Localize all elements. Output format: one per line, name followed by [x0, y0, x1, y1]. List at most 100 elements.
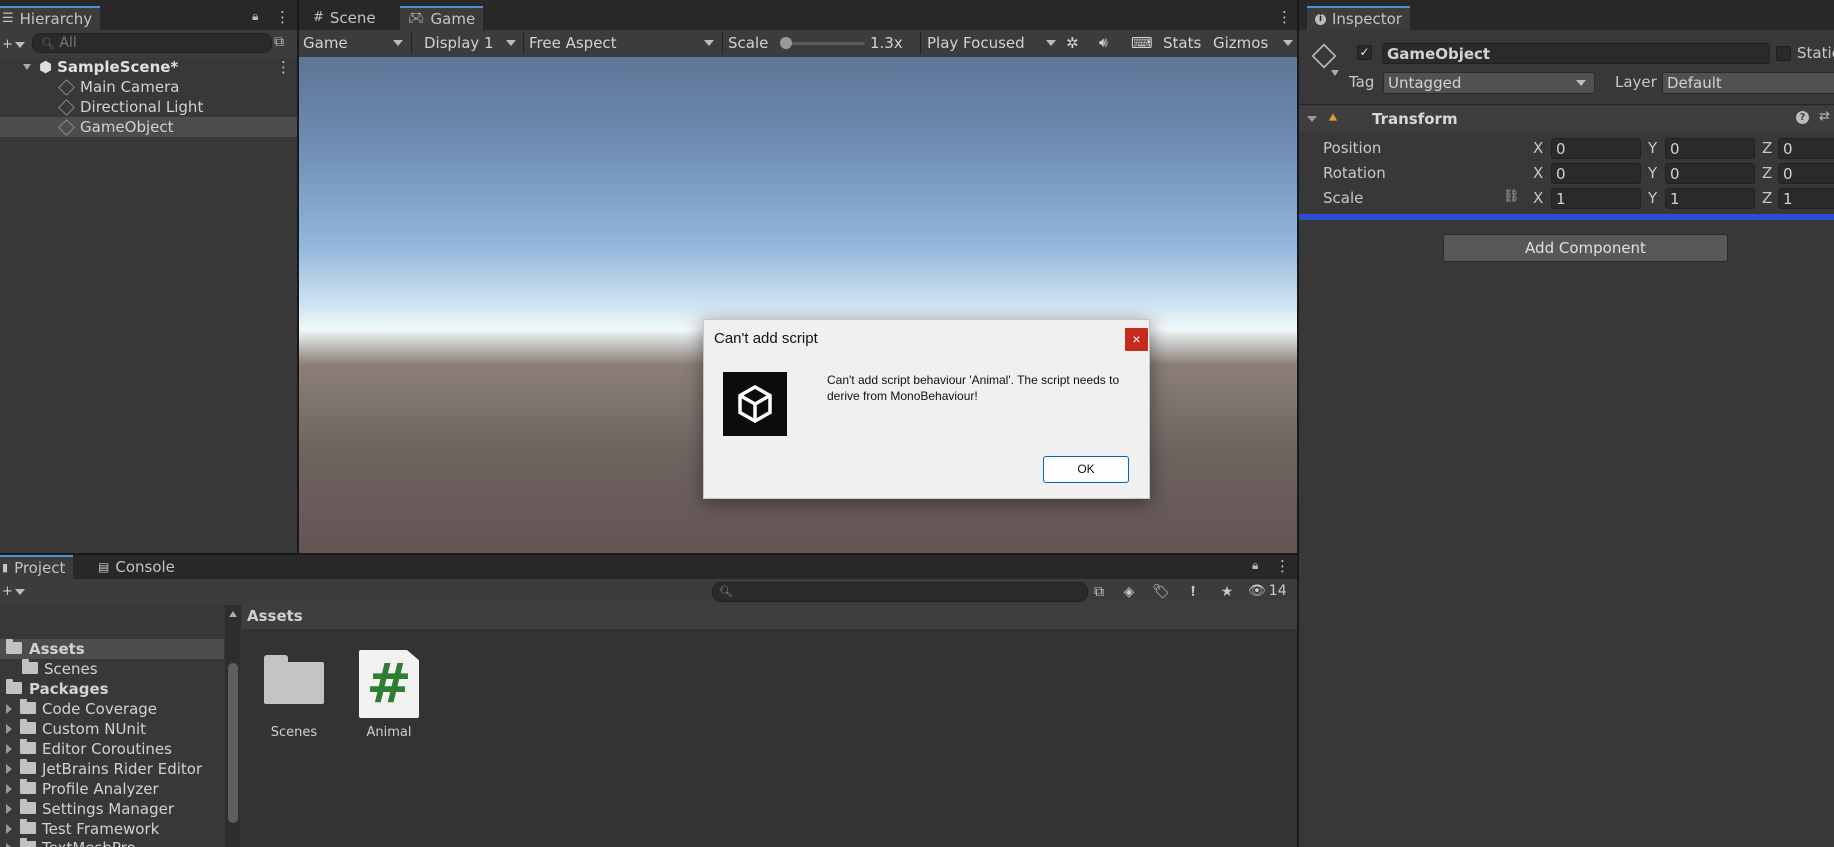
tab-console[interactable]: ▤ Console: [90, 555, 183, 579]
project-search-input[interactable]: 🔍︎: [712, 582, 1088, 602]
presets-icon[interactable]: ⇄: [1819, 109, 1830, 124]
static-checkbox[interactable]: [1776, 46, 1791, 61]
tree-item-package[interactable]: Profile Analyzer: [0, 779, 225, 799]
layer-dropdown[interactable]: Default: [1662, 72, 1834, 94]
tab-inspector[interactable]: i Inspector: [1307, 6, 1410, 30]
rotation-y-field[interactable]: 0: [1665, 163, 1755, 184]
add-dropdown[interactable]: +: [2, 37, 25, 52]
position-x-field[interactable]: 0: [1551, 138, 1641, 159]
error-dialog: Can't add script × Can't add script beha…: [703, 319, 1150, 499]
tag-dropdown[interactable]: Untagged: [1383, 72, 1595, 94]
position-y-field[interactable]: 0: [1665, 138, 1755, 159]
tree-item-package[interactable]: JetBrains Rider Editor: [0, 759, 225, 779]
search-icon: 🔍︎: [41, 37, 55, 50]
scale-x-field[interactable]: 1: [1551, 188, 1641, 209]
rotation-x-field[interactable]: 0: [1551, 163, 1641, 184]
more-menu-icon[interactable]: ⋮: [1277, 8, 1292, 26]
position-z-field[interactable]: 0: [1778, 138, 1834, 159]
constrain-proportions-icon[interactable]: ⛓: [1503, 189, 1520, 204]
more-menu-icon[interactable]: ⋮: [275, 8, 290, 26]
folder-tab-icon: ▮: [2, 561, 9, 574]
rotation-label: Rotation: [1323, 164, 1386, 182]
csharp-script-icon: #: [359, 650, 419, 718]
keyboard-icon[interactable]: ⌨: [1131, 30, 1153, 56]
bug-icon[interactable]: ✲: [1066, 30, 1079, 56]
tree-item-packages[interactable]: Packages: [0, 679, 225, 699]
scrollbar-thumb[interactable]: [228, 663, 238, 823]
favorites-star-icon[interactable]: ★: [1216, 581, 1238, 603]
unity-scene-icon: ⬢: [39, 58, 53, 76]
transform-header[interactable]: ⯅ Transform ? ⇄: [1299, 106, 1834, 133]
folder-icon: [20, 719, 36, 738]
tab-project[interactable]: ▮ Project: [0, 555, 74, 579]
filter-log-icon[interactable]: ❗︎: [1182, 581, 1204, 603]
tree-item-scenes[interactable]: Scenes: [0, 659, 225, 679]
hidden-packages-toggle[interactable]: 👁︎ 14: [1248, 583, 1287, 599]
tab-scene[interactable]: # Scene: [305, 6, 384, 30]
axis-y-label: Y: [1648, 164, 1658, 182]
tree-item-package[interactable]: Custom NUnit: [0, 719, 225, 739]
gizmos-dropdown[interactable]: Gizmos: [1213, 30, 1293, 56]
expand-arrow-icon: [6, 784, 12, 794]
scale-slider[interactable]: [780, 37, 865, 49]
help-icon[interactable]: ?: [1796, 111, 1809, 124]
tree-item-package[interactable]: Code Coverage: [0, 699, 225, 719]
more-menu-icon[interactable]: ⋮: [1275, 557, 1290, 575]
eye-slash-icon: 👁︎: [1248, 583, 1266, 599]
object-name-field[interactable]: GameObject: [1382, 43, 1770, 64]
close-button[interactable]: ×: [1125, 328, 1148, 351]
hierarchy-search-input[interactable]: 🔍︎ All: [32, 33, 272, 53]
tree-item-package[interactable]: Editor Coroutines: [0, 739, 225, 759]
scene-row[interactable]: ⬢ SampleScene* ⋮: [0, 57, 297, 77]
stats-button[interactable]: Stats: [1163, 30, 1201, 56]
lock-icon[interactable]: 🔒︎: [252, 9, 258, 24]
scroll-up-arrow-icon[interactable]: [229, 611, 237, 617]
gameobject-large-icon: [1311, 43, 1337, 69]
info-icon: i: [1315, 13, 1326, 25]
console-icon: ▤: [98, 560, 110, 574]
ok-button[interactable]: OK: [1043, 456, 1129, 483]
scale-slider-thumb[interactable]: [780, 37, 792, 49]
dialog-message: Can't add script behaviour 'Animal'. The…: [827, 373, 1120, 403]
scale-value: 1.3x: [870, 34, 903, 52]
display-dropdown[interactable]: Display 1: [424, 30, 520, 56]
tree-item-package[interactable]: TextMeshPro: [0, 838, 225, 847]
lock-icon[interactable]: 🔒︎: [1252, 558, 1258, 573]
play-mode-dropdown[interactable]: Play Focused: [927, 30, 1060, 56]
close-icon: ×: [1132, 331, 1141, 347]
scale-z-field[interactable]: 1: [1778, 188, 1834, 209]
open-folder-icon: [6, 679, 22, 698]
scene-menu-icon[interactable]: ⋮: [276, 58, 291, 76]
filter-type-icon[interactable]: ◈: [1118, 581, 1140, 603]
inspector-panel: i Inspector ✓ GameObject Static Tag Unta…: [1299, 0, 1834, 847]
breadcrumb-item[interactable]: Assets: [247, 607, 303, 625]
scale-label: Scale: [728, 34, 769, 52]
search-window-icon[interactable]: ⧉: [1088, 581, 1110, 603]
asset-item-folder[interactable]: Scenes: [262, 650, 326, 740]
dialog-title: Can't add script: [714, 330, 818, 347]
game-mode-dropdown[interactable]: Game: [303, 30, 407, 56]
expand-arrow-icon: [6, 843, 12, 847]
scale-y-field[interactable]: 1: [1665, 188, 1755, 209]
tree-item-assets[interactable]: Assets: [0, 639, 224, 659]
folder-icon: [20, 838, 36, 847]
add-component-button[interactable]: Add Component: [1443, 234, 1728, 262]
scene-visibility-icon[interactable]: ⧉: [274, 34, 284, 50]
tree-item-package[interactable]: Test Framework: [0, 819, 225, 839]
hierarchy-item[interactable]: Directional Light: [0, 97, 297, 117]
tree-item-package[interactable]: Settings Manager: [0, 799, 225, 819]
filter-label-icon[interactable]: 🏷︎: [1150, 581, 1172, 603]
tab-hierarchy[interactable]: ☰ Hierarchy: [0, 6, 101, 30]
tree-scrollbar[interactable]: [225, 605, 241, 847]
grid-icon: #: [313, 10, 324, 25]
hierarchy-item[interactable]: Main Camera: [0, 77, 297, 97]
tab-game[interactable]: 🎮︎ Game: [400, 6, 484, 30]
active-checkbox[interactable]: ✓: [1357, 45, 1372, 60]
hierarchy-item-selected[interactable]: GameObject: [0, 117, 297, 137]
icon-dropdown-caret[interactable]: [1331, 70, 1339, 76]
create-dropdown[interactable]: +: [2, 584, 25, 599]
aspect-dropdown[interactable]: Free Aspect: [525, 30, 718, 56]
audio-icon[interactable]: 🔊︎: [1099, 30, 1108, 56]
asset-item-script[interactable]: # Animal: [354, 650, 424, 740]
rotation-z-field[interactable]: 0: [1778, 163, 1834, 184]
